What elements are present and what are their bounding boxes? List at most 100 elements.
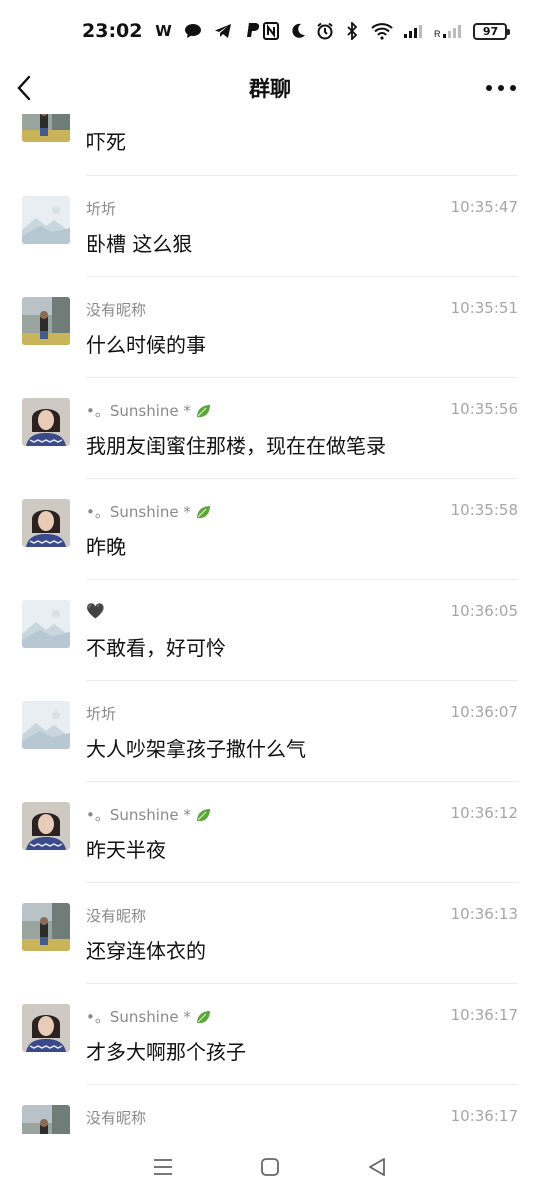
leaf-icon [196,505,210,518]
sender-name-text: •。Sunshine * [86,402,191,420]
message-item[interactable]: •。Sunshine * 10:36:17 才多大啊那个孩子 [22,984,518,1085]
recent-apps-button[interactable] [151,1155,175,1179]
message-item[interactable]: 圻圻 10:36:07 大人吵架拿孩子撒什么气 [22,681,518,782]
leaf-icon [196,404,210,417]
message-text: 才多大啊那个孩子 [86,1040,246,1064]
moon-icon [289,22,307,40]
battery-indicator: 97 [473,22,511,40]
avatar[interactable] [22,701,70,749]
message-item[interactable]: 没有昵称 10:36:17 [22,1085,518,1134]
leaf-icon [196,1010,210,1023]
message-item[interactable]: 🖤 10:36:05 不敢看，好可怜 [22,580,518,681]
message-item[interactable]: •。Sunshine * 10:35:58 昨晚 [22,479,518,580]
wifi-icon [370,22,394,40]
message-text: 大人吵架拿孩子撒什么气 [86,737,306,761]
message-list[interactable]: 吓死圻圻 10:35:47 卧槽 这么狠没有昵称 10:35:51 什么时候的事 •。Su… [0,114,540,1134]
more-dot-icon [498,85,504,91]
sender-name-text: 圻圻 [86,705,117,723]
chat-bubble-icon [184,22,202,40]
status-bar: 23:02 W R 97 [0,0,540,62]
avatar[interactable] [22,499,70,547]
sender-name-text: •。Sunshine * [86,503,191,521]
triangle-back-icon [368,1158,385,1176]
message-time: 10:36:13 [450,905,518,923]
sender-name-text: •。Sunshine * [86,1008,191,1026]
message-item[interactable]: 没有昵称 10:35:51 什么时候的事 [22,277,518,378]
more-dot-icon [486,85,492,91]
message-time: 10:36:17 [450,1006,518,1024]
sender-name-text: 🖤 [86,602,105,620]
home-button[interactable] [258,1155,282,1179]
avatar[interactable] [22,903,70,951]
message-time: 10:35:56 [450,400,518,418]
avatar[interactable] [22,802,70,850]
avatar[interactable] [22,1105,70,1134]
message-time: 10:36:05 [450,602,518,620]
nfc-icon [262,22,280,40]
message-time: 10:36:17 [450,1107,518,1125]
more-dot-icon [510,85,516,91]
wps-icon: W [155,22,172,40]
back-button[interactable] [16,72,40,104]
sender-name: •。Sunshine * [86,400,211,421]
sender-name-text: 没有昵称 [86,1109,147,1127]
sender-name: 圻圻 [86,703,116,724]
menu-lines-icon [154,1159,173,1175]
back-nav-button[interactable] [365,1155,389,1179]
message-item[interactable]: 吓死 [22,114,518,176]
system-navigation-bar [0,1134,540,1200]
message-time: 10:36:07 [450,703,518,721]
sender-name-text: •。Sunshine * [86,806,191,824]
message-time: 10:36:12 [450,804,518,822]
sender-name: 没有昵称 [86,299,146,320]
message-text: 什么时候的事 [86,333,206,357]
avatar[interactable] [22,297,70,345]
message-text: 卧槽 这么狠 [86,232,193,256]
signal-icon [403,22,425,40]
sender-name-text: 没有昵称 [86,301,147,319]
message-item[interactable]: •。Sunshine * 10:35:56 我朋友闺蜜住那楼，现在在做笔录 [22,378,518,479]
sender-name-text: 没有昵称 [86,907,147,925]
leaf-icon [196,808,210,821]
status-left: 23:02 W [82,20,262,42]
message-text: 还穿连体衣的 [86,939,206,963]
leaf-icon-wrap [195,504,211,520]
sender-name: 圻圻 [86,198,116,219]
message-item[interactable]: 没有昵称 10:36:13 还穿连体衣的 [22,883,518,984]
avatar[interactable] [22,398,70,446]
message-time: 10:35:58 [450,501,518,519]
sender-name: 没有昵称 [86,1107,146,1128]
message-item[interactable]: •。Sunshine * 10:36:12 昨天半夜 [22,782,518,883]
leaf-icon-wrap [195,807,211,823]
chevron-left-icon [17,75,31,101]
avatar[interactable] [22,600,70,648]
signal-roaming-icon: R [434,22,464,40]
message-time: 10:35:51 [450,299,518,317]
sender-name: •。Sunshine * [86,1006,211,1027]
nav-bar: 群聊 [0,62,540,114]
message-item[interactable]: 圻圻 10:35:47 卧槽 这么狠 [22,176,518,277]
message-text: 昨晚 [86,535,126,559]
message-text: 昨天半夜 [86,838,166,862]
page-title: 群聊 [249,77,291,101]
sender-name-text: 圻圻 [86,200,117,218]
message-text: 我朋友闺蜜住那楼，现在在做笔录 [86,434,386,458]
sender-name: •。Sunshine * [86,501,211,522]
status-right: R 97 [262,22,511,40]
paypal-icon [244,22,262,40]
sender-name: •。Sunshine * [86,804,211,825]
avatar[interactable] [22,196,70,244]
alarm-icon [316,22,334,40]
svg-text:R: R [434,29,441,39]
telegram-icon [214,22,232,40]
sender-name: 🖤 [86,602,105,620]
avatar[interactable] [22,114,70,142]
sender-name: 没有昵称 [86,905,146,926]
leaf-icon-wrap [195,1009,211,1025]
more-options-button[interactable] [486,76,516,100]
square-icon [261,1158,279,1176]
leaf-icon-wrap [195,403,211,419]
message-text: 不敢看，好可怜 [86,636,226,660]
avatar[interactable] [22,1004,70,1052]
message-time: 10:35:47 [450,198,518,216]
